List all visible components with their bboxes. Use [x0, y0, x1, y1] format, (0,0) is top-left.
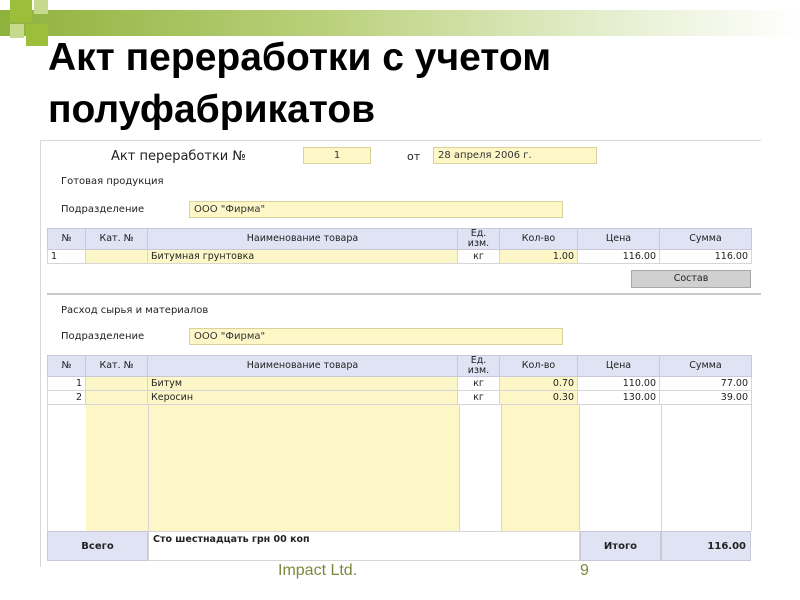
cell-unit: кг [457, 249, 500, 264]
footer-company: Impact Ltd. [278, 562, 358, 579]
table-header: № Кат. № Наименование товара Ед. изм. Ко… [47, 228, 752, 250]
table-row[interactable]: 1 Битумная грунтовка кг 1.00 116.00 116.… [47, 249, 752, 264]
cell-price: 130.00 [577, 390, 660, 405]
cell-qty[interactable]: 0.70 [499, 376, 578, 391]
cell-sum: 39.00 [659, 390, 752, 405]
decor-square [34, 0, 48, 14]
decor-square [10, 24, 24, 38]
section-title-materials: Расход сырья и материалов [61, 305, 209, 316]
division-field[interactable]: ООО "Фирма" [189, 201, 563, 218]
decor-square [10, 0, 32, 22]
col-header: Ед. изм. [457, 355, 500, 377]
totals-row: Всего Сто шестнадцать грн 00 коп Итого 1… [47, 531, 751, 561]
cell-qty[interactable]: 1.00 [499, 249, 578, 264]
col-header: Сумма [659, 355, 752, 377]
cell-price: 110.00 [577, 376, 660, 391]
cell-name[interactable]: Битумная грунтовка [147, 249, 458, 264]
col-header: Кол-во [499, 228, 578, 250]
section-title-finished: Готовая продукция [61, 176, 164, 187]
doc-date-field[interactable]: 28 апреля 2006 г. [433, 147, 597, 164]
date-label: от [407, 150, 421, 163]
empty-column [86, 403, 149, 531]
finished-goods-table: № Кат. № Наименование товара Ед. изм. Ко… [47, 228, 752, 264]
cell-catalog[interactable] [85, 249, 148, 264]
cell-catalog[interactable] [85, 376, 148, 391]
cell-number: 2 [47, 390, 86, 405]
empty-column [662, 403, 752, 531]
total-label: Всего [47, 531, 148, 561]
doc-number-field[interactable]: 1 [303, 147, 371, 164]
col-header: Наименование товара [147, 355, 458, 377]
col-header: Кат. № [85, 228, 148, 250]
cell-unit: кг [457, 390, 500, 405]
col-header: Ед. изм. [457, 228, 500, 250]
cell-name[interactable]: Битум [147, 376, 458, 391]
cell-sum: 77.00 [659, 376, 752, 391]
table-header: № Кат. № Наименование товара Ед. изм. Ко… [47, 355, 752, 377]
grand-total-value: 116.00 [661, 531, 751, 561]
materials-table: № Кат. № Наименование товара Ед. изм. Ко… [47, 355, 752, 405]
document-form: Акт переработки № 1 от 28 апреля 2006 г.… [40, 140, 761, 567]
col-header: Кол-во [499, 355, 578, 377]
cell-price: 116.00 [577, 249, 660, 264]
doc-title-label: Акт переработки № [111, 149, 246, 164]
grand-total-label: Итого [580, 531, 661, 561]
section-divider [47, 293, 761, 295]
empty-column [149, 403, 460, 531]
col-header: № [47, 355, 86, 377]
slide-title: Акт переработки с учетом полуфабрикатов [48, 36, 552, 131]
col-header: Кат. № [85, 355, 148, 377]
empty-column [502, 403, 580, 531]
page-number: 9 [580, 562, 589, 579]
division-label: Подразделение [61, 331, 145, 342]
empty-column [580, 403, 662, 531]
total-in-words: Сто шестнадцать грн 00 коп [148, 531, 580, 561]
cell-name[interactable]: Керосин [147, 390, 458, 405]
division-field[interactable]: ООО "Фирма" [189, 328, 563, 345]
col-header: Наименование товара [147, 228, 458, 250]
cell-sum: 116.00 [659, 249, 752, 264]
division-label: Подразделение [61, 204, 145, 215]
cell-unit: кг [457, 376, 500, 391]
col-header: Цена [577, 228, 660, 250]
empty-column [47, 403, 87, 531]
col-header: Сумма [659, 228, 752, 250]
empty-column [460, 403, 502, 531]
col-header: Цена [577, 355, 660, 377]
table-row[interactable]: 2 Керосин кг 0.30 130.00 39.00 [47, 390, 752, 405]
cell-number: 1 [47, 249, 86, 264]
compose-button[interactable]: Состав [631, 270, 751, 288]
cell-qty[interactable]: 0.30 [499, 390, 578, 405]
col-header: № [47, 228, 86, 250]
decor-square [26, 24, 48, 46]
cell-number: 1 [47, 376, 86, 391]
table-row[interactable]: 1 Битум кг 0.70 110.00 77.00 [47, 376, 752, 391]
cell-catalog[interactable] [85, 390, 148, 405]
